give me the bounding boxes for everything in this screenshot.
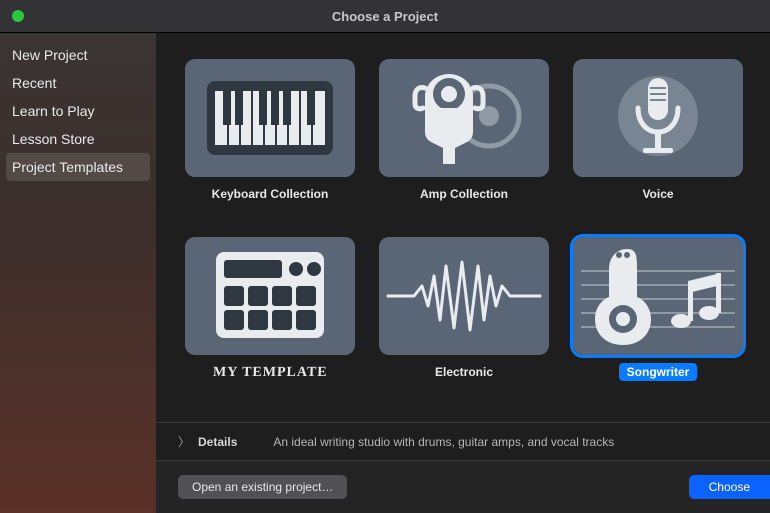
footer: Open an existing project… Choose <box>156 460 770 513</box>
sidebar-item-label: Lesson Store <box>12 131 95 147</box>
template-songwriter[interactable]: Songwriter <box>570 237 746 397</box>
window-title: Choose a Project <box>0 9 770 24</box>
template-my-template[interactable]: MY TEMPLATE <box>182 237 358 397</box>
template-label: Electronic <box>427 363 501 381</box>
traffic-light-green[interactable] <box>12 10 24 22</box>
template-electronic[interactable]: Electronic <box>376 237 552 397</box>
details-row[interactable]: 〉 Details An ideal writing studio with d… <box>156 422 770 460</box>
sidebar-item-project-templates[interactable]: Project Templates <box>6 153 150 181</box>
sidebar-item-recent[interactable]: Recent <box>0 69 156 97</box>
open-existing-button[interactable]: Open an existing project… <box>178 475 347 499</box>
sidebar-item-new-project[interactable]: New Project <box>0 41 156 69</box>
choose-button[interactable]: Choose <box>689 475 770 499</box>
template-voice[interactable]: Voice <box>570 59 746 219</box>
main-panel: Keyboard Collection <box>156 33 770 513</box>
amp-icon <box>389 68 539 168</box>
details-text: An ideal writing studio with drums, guit… <box>273 435 614 449</box>
sidebar: New Project Recent Learn to Play Lesson … <box>0 33 156 513</box>
sidebar-item-learn-to-play[interactable]: Learn to Play <box>0 97 156 125</box>
template-label: MY TEMPLATE <box>204 363 335 383</box>
drum-machine-icon <box>210 248 330 344</box>
template-label: Amp Collection <box>412 185 516 203</box>
microphone-icon <box>613 68 703 168</box>
songwriter-icon <box>573 241 743 351</box>
sidebar-item-label: Learn to Play <box>12 103 95 119</box>
sidebar-item-label: Recent <box>12 75 56 91</box>
template-label: Voice <box>634 185 681 203</box>
sidebar-item-lesson-store[interactable]: Lesson Store <box>0 125 156 153</box>
template-amp-collection[interactable]: Amp Collection <box>376 59 552 219</box>
titlebar: Choose a Project <box>0 0 770 32</box>
template-label: Keyboard Collection <box>204 185 337 203</box>
waveform-icon <box>384 256 544 336</box>
template-grid: Keyboard Collection <box>156 33 770 422</box>
keyboard-icon <box>205 79 335 157</box>
details-label: Details <box>198 435 237 449</box>
template-label: Songwriter <box>619 363 698 381</box>
template-keyboard-collection[interactable]: Keyboard Collection <box>182 59 358 219</box>
chevron-right-icon: 〉 <box>178 433 190 450</box>
sidebar-item-label: Project Templates <box>12 159 123 175</box>
sidebar-item-label: New Project <box>12 47 87 63</box>
